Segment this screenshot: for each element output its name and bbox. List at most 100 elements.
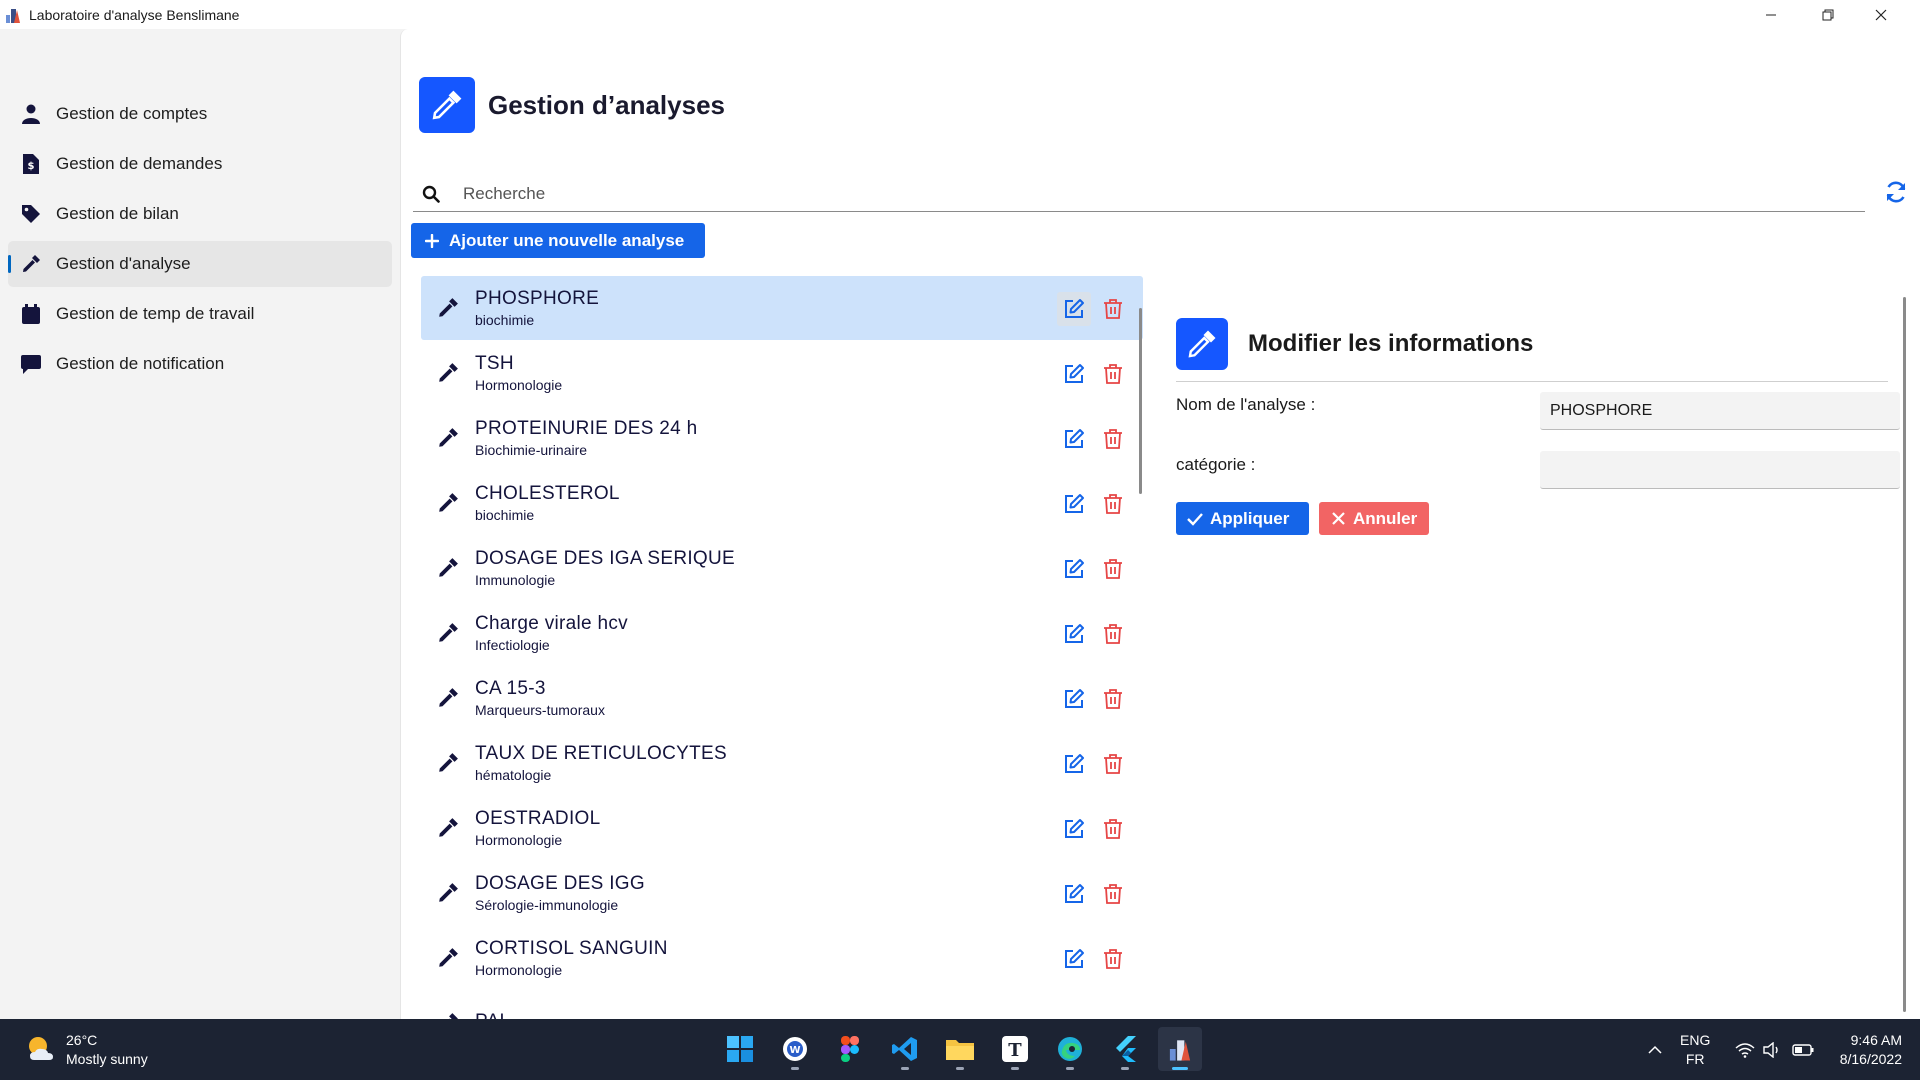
taskbar-app-flutter[interactable] bbox=[1103, 1027, 1147, 1071]
edit-button[interactable] bbox=[1057, 487, 1091, 521]
category-field[interactable] bbox=[1540, 451, 1900, 489]
analyse-category: Biochimie-urinaire bbox=[475, 442, 588, 458]
analyse-category: biochimie bbox=[475, 507, 535, 523]
delete-button[interactable] bbox=[1096, 487, 1130, 521]
edit-button[interactable] bbox=[1057, 617, 1091, 651]
list-item[interactable]: OESTRADIOL Hormonologie bbox=[421, 796, 1143, 860]
delete-button[interactable] bbox=[1096, 942, 1130, 976]
name-field[interactable]: PHOSPHORE bbox=[1540, 392, 1900, 430]
user-icon bbox=[20, 103, 42, 125]
sidebar-item-bilan[interactable]: Gestion de bilan bbox=[8, 191, 392, 237]
search-input[interactable] bbox=[463, 183, 1763, 204]
edge-icon bbox=[1058, 1037, 1082, 1061]
edit-button[interactable] bbox=[1057, 812, 1091, 846]
divider bbox=[1176, 381, 1888, 382]
edit-button[interactable] bbox=[1057, 422, 1091, 456]
delete-button[interactable] bbox=[1096, 357, 1130, 391]
analyse-name: OESTRADIOL bbox=[475, 808, 601, 829]
clock-date: 8/16/2022 bbox=[1839, 1051, 1902, 1067]
list-item[interactable]: PROTEINURIE DES 24 h Biochimie-urinaire bbox=[421, 406, 1143, 470]
pipette-icon bbox=[435, 295, 461, 321]
tray-overflow-button[interactable] bbox=[1640, 1019, 1670, 1080]
battery-icon[interactable] bbox=[1790, 1019, 1816, 1080]
svg-text:$: $ bbox=[28, 161, 35, 172]
vscode-icon bbox=[892, 1037, 917, 1061]
lab-flask-icon bbox=[3, 5, 23, 25]
apply-button[interactable]: Appliquer bbox=[1176, 502, 1309, 535]
list-item[interactable]: CHOLESTEROL biochimie bbox=[421, 471, 1143, 535]
delete-button[interactable] bbox=[1096, 292, 1130, 326]
pipette-icon bbox=[1176, 318, 1228, 370]
edit-button[interactable] bbox=[1057, 942, 1091, 976]
list-scrollbar[interactable] bbox=[1139, 308, 1142, 494]
start-button[interactable] bbox=[718, 1027, 762, 1071]
edit-icon bbox=[1065, 689, 1084, 708]
list-item[interactable]: CA 15-3 Marqueurs-tumoraux bbox=[421, 666, 1143, 730]
edit-button[interactable] bbox=[1057, 552, 1091, 586]
delete-button[interactable] bbox=[1096, 877, 1130, 911]
language-indicator[interactable]: ENG FR bbox=[1680, 1031, 1710, 1069]
sidebar-item-temp-travail[interactable]: Gestion de temp de travail bbox=[8, 291, 392, 337]
wifi-icon[interactable] bbox=[1733, 1019, 1757, 1080]
analyse-name: PROTEINURIE DES 24 h bbox=[475, 418, 698, 439]
edit-icon bbox=[1065, 884, 1084, 903]
taskbar-app-wordpad[interactable]: W bbox=[773, 1027, 817, 1071]
sidebar-item-analyse[interactable]: Gestion d'analyse bbox=[8, 241, 392, 287]
list-item[interactable]: PHOSPHORE biochimie bbox=[421, 276, 1143, 340]
name-field-value: PHOSPHORE bbox=[1550, 401, 1653, 419]
lang-primary: ENG bbox=[1680, 1032, 1711, 1048]
running-indicator bbox=[791, 1067, 799, 1070]
edit-button[interactable] bbox=[1057, 292, 1091, 326]
running-indicator bbox=[1121, 1067, 1129, 1070]
edit-button[interactable] bbox=[1057, 747, 1091, 781]
category-label: catégorie : bbox=[1176, 455, 1256, 474]
cancel-button[interactable]: Annuler bbox=[1319, 502, 1429, 535]
list-item[interactable]: Charge virale hcv Infectiologie bbox=[421, 601, 1143, 665]
delete-button[interactable] bbox=[1096, 682, 1130, 716]
taskbar-app-edge[interactable] bbox=[1048, 1027, 1092, 1071]
edit-panel-title: Modifier les informations bbox=[1248, 330, 1534, 357]
delete-button[interactable] bbox=[1096, 422, 1130, 456]
analyse-name: PAL bbox=[475, 1011, 510, 1019]
edit-button[interactable] bbox=[1057, 682, 1091, 716]
list-item[interactable]: PAL bbox=[421, 991, 1143, 1019]
edit-button[interactable] bbox=[1057, 357, 1091, 391]
taskbar-app-vscode[interactable] bbox=[883, 1027, 927, 1071]
sidebar-item-comptes[interactable]: Gestion de comptes bbox=[8, 91, 392, 137]
running-indicator bbox=[1172, 1067, 1188, 1070]
analyse-name: CORTISOL SANGUIN bbox=[475, 938, 668, 959]
delete-button[interactable] bbox=[1096, 617, 1130, 651]
trash-icon bbox=[1104, 299, 1122, 319]
panel-scrollbar[interactable] bbox=[1903, 297, 1906, 1012]
weather-widget[interactable]: 26°C Mostly sunny bbox=[26, 1031, 148, 1069]
sidebar-item-demandes[interactable]: $ Gestion de demandes bbox=[8, 141, 392, 187]
sidebar-item-label: Gestion de comptes bbox=[56, 104, 208, 123]
trash-icon bbox=[1104, 819, 1122, 839]
list-item[interactable]: DOSAGE DES IGA SERIQUE Immunologie bbox=[421, 536, 1143, 600]
delete-button[interactable] bbox=[1096, 747, 1130, 781]
list-item[interactable]: TAUX DE RETICULOCYTES hématologie bbox=[421, 731, 1143, 795]
typora-icon: T bbox=[1002, 1036, 1028, 1062]
minimize-button[interactable] bbox=[1748, 0, 1794, 29]
taskbar-app-figma[interactable] bbox=[828, 1027, 872, 1071]
delete-button[interactable] bbox=[1096, 812, 1130, 846]
clock[interactable]: 9:46 AM 8/16/2022 bbox=[1830, 1031, 1902, 1069]
refresh-button[interactable] bbox=[1878, 174, 1914, 210]
taskbar-app-laboratoire[interactable] bbox=[1158, 1027, 1202, 1071]
taskbar-app-typora[interactable]: T bbox=[993, 1027, 1037, 1071]
list-item[interactable]: TSH Hormonologie bbox=[421, 341, 1143, 405]
edit-button[interactable] bbox=[1057, 877, 1091, 911]
close-window-button[interactable] bbox=[1858, 0, 1904, 29]
figma-icon bbox=[841, 1036, 859, 1062]
restore-button[interactable] bbox=[1805, 0, 1851, 29]
add-analyse-button[interactable]: Ajouter une nouvelle analyse bbox=[411, 223, 705, 258]
volume-icon[interactable] bbox=[1760, 1019, 1784, 1080]
flutter-icon bbox=[1116, 1036, 1136, 1062]
taskbar-app-file-explorer[interactable] bbox=[938, 1027, 982, 1071]
sidebar-item-notification[interactable]: Gestion de notification bbox=[8, 341, 392, 387]
close-icon bbox=[1329, 510, 1347, 528]
list-item[interactable]: DOSAGE DES IGG Sérologie-immunologie bbox=[421, 861, 1143, 925]
delete-button[interactable] bbox=[1096, 552, 1130, 586]
analyse-category: Infectiologie bbox=[475, 637, 550, 653]
list-item[interactable]: CORTISOL SANGUIN Hormonologie bbox=[421, 926, 1143, 990]
